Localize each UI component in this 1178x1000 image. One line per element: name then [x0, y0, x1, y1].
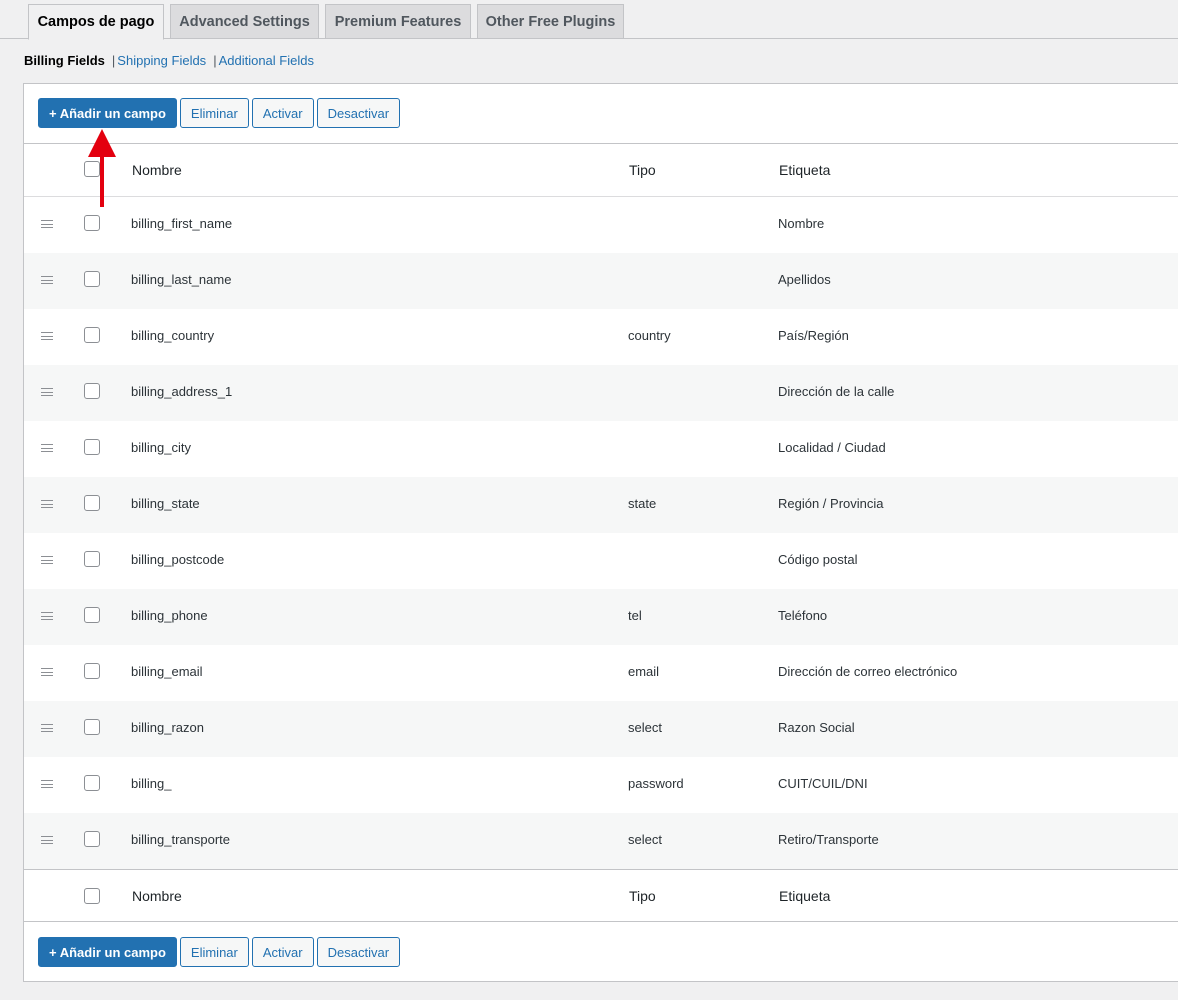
table-row[interactable]: billing_address_1 Dirección de la calle: [24, 365, 1178, 421]
row-checkbox[interactable]: [84, 607, 100, 623]
field-label: Localidad / Ciudad: [778, 440, 886, 455]
field-label: Retiro/Transporte: [778, 832, 879, 847]
field-name: billing_last_name: [131, 272, 232, 287]
table-row[interactable]: billing_country country País/Región: [24, 309, 1178, 365]
row-checkbox[interactable]: [84, 383, 100, 399]
field-name: billing_: [131, 776, 172, 791]
drag-handle-icon[interactable]: [41, 500, 53, 508]
drag-handle-icon[interactable]: [41, 276, 53, 284]
tab-advanced-settings[interactable]: Advanced Settings: [170, 4, 319, 39]
fields-subnav: Billing Fields | Shipping Fields | Addit…: [24, 53, 314, 68]
subnav-shipping-fields[interactable]: Shipping Fields: [117, 53, 206, 68]
field-label: Teléfono: [778, 608, 828, 623]
field-name: billing_first_name: [131, 216, 233, 231]
table-row[interactable]: billing_ password CUIT/CUIL/DNI: [24, 757, 1178, 813]
field-label: Razon Social: [778, 720, 855, 735]
field-name: billing_country: [131, 328, 215, 343]
field-type: password: [628, 776, 684, 791]
field-name: billing_razon: [131, 720, 204, 735]
table-row[interactable]: billing_city Localidad / Ciudad: [24, 421, 1178, 477]
tab-campos-de-pago[interactable]: Campos de pago: [28, 4, 164, 40]
table-row[interactable]: billing_razon select Razon Social: [24, 701, 1178, 757]
field-name: billing_email: [131, 664, 203, 679]
drag-handle-icon[interactable]: [41, 388, 53, 396]
field-label: Nombre: [778, 216, 825, 231]
field-name: billing_transporte: [131, 832, 231, 847]
drag-handle-icon[interactable]: [41, 612, 53, 620]
row-checkbox[interactable]: [84, 775, 100, 791]
disable-button-bottom[interactable]: Desactivar: [316, 937, 401, 967]
column-footer-label: Etiqueta: [779, 888, 831, 904]
bottom-actions: + Añadir un campo Eliminar Activar Desac…: [38, 937, 403, 968]
field-name: billing_phone: [131, 608, 208, 623]
table-row[interactable]: billing_phone tel Teléfono: [24, 589, 1178, 645]
field-type: country: [628, 328, 671, 343]
column-footer-name: Nombre: [132, 888, 182, 904]
field-name: billing_address_1: [131, 384, 233, 399]
enable-button-bottom[interactable]: Activar: [251, 937, 314, 967]
row-checkbox[interactable]: [84, 719, 100, 735]
column-footer-type: Tipo: [629, 888, 656, 904]
table-row[interactable]: billing_last_name Apellidos: [24, 253, 1178, 309]
field-label: País/Región: [778, 328, 849, 343]
table-row[interactable]: billing_postcode Código postal: [24, 533, 1178, 589]
red-arrow-up-icon: [88, 129, 116, 207]
subnav-separator: |: [213, 53, 217, 68]
drag-handle-icon[interactable]: [41, 724, 53, 732]
select-all-checkbox-footer[interactable]: [84, 888, 100, 904]
table-footer: Nombre Tipo Etiqueta: [24, 869, 1178, 922]
enable-button[interactable]: Activar: [251, 98, 314, 128]
field-label: Dirección de correo electrónico: [778, 664, 958, 679]
field-label: CUIT/CUIL/DNI: [778, 776, 868, 791]
row-checkbox[interactable]: [84, 271, 100, 287]
add-field-button[interactable]: + Añadir un campo: [38, 98, 177, 128]
tab-premium-features[interactable]: Premium Features: [325, 4, 471, 39]
field-label: Dirección de la calle: [778, 384, 895, 399]
field-label: Región / Provincia: [778, 496, 884, 511]
row-checkbox[interactable]: [84, 495, 100, 511]
drag-handle-icon[interactable]: [41, 780, 53, 788]
row-checkbox[interactable]: [84, 831, 100, 847]
field-type: select: [628, 832, 662, 847]
table-row[interactable]: billing_first_name Nombre: [24, 197, 1178, 253]
row-checkbox[interactable]: [84, 439, 100, 455]
row-checkbox[interactable]: [84, 327, 100, 343]
field-name: billing_city: [131, 440, 191, 455]
remove-button[interactable]: Eliminar: [179, 98, 249, 128]
field-type: tel: [628, 608, 642, 623]
row-checkbox[interactable]: [84, 551, 100, 567]
field-type: email: [628, 664, 660, 679]
row-checkbox[interactable]: [84, 663, 100, 679]
tab-other-free-plugins[interactable]: Other Free Plugins: [477, 4, 624, 39]
drag-handle-icon[interactable]: [41, 668, 53, 676]
drag-handle-icon[interactable]: [41, 556, 53, 564]
table-header: Nombre Tipo Etiqueta: [24, 143, 1178, 197]
fields-panel: + Añadir un campo Eliminar Activar Desac…: [23, 83, 1178, 982]
drag-handle-icon[interactable]: [41, 444, 53, 452]
row-checkbox[interactable]: [84, 215, 100, 231]
drag-handle-icon[interactable]: [41, 836, 53, 844]
field-label: Código postal: [778, 552, 858, 567]
drag-handle-icon[interactable]: [41, 220, 53, 228]
subnav-separator: |: [111, 53, 116, 68]
column-header-name: Nombre: [132, 162, 182, 178]
table-row[interactable]: billing_state state Región / Provincia: [24, 477, 1178, 533]
field-type: state: [628, 496, 657, 511]
subnav-billing-fields: Billing Fields: [24, 53, 105, 68]
drag-handle-icon[interactable]: [41, 332, 53, 340]
table-row[interactable]: billing_transporte select Retiro/Transport…: [24, 813, 1178, 869]
column-header-type: Tipo: [629, 162, 656, 178]
column-header-label: Etiqueta: [779, 162, 831, 178]
field-name: billing_postcode: [131, 552, 225, 567]
field-type: select: [628, 720, 662, 735]
remove-button-bottom[interactable]: Eliminar: [179, 937, 249, 967]
field-label: Apellidos: [778, 272, 831, 287]
table-row[interactable]: billing_email email Dirección de correo el…: [24, 645, 1178, 701]
add-field-button-bottom[interactable]: + Añadir un campo: [38, 937, 177, 967]
settings-tabs: Campos de pago Advanced Settings Premium…: [0, 0, 1178, 40]
field-name: billing_state: [131, 496, 200, 511]
disable-button[interactable]: Desactivar: [316, 98, 401, 128]
subnav-additional-fields[interactable]: Additional Fields: [219, 53, 314, 68]
